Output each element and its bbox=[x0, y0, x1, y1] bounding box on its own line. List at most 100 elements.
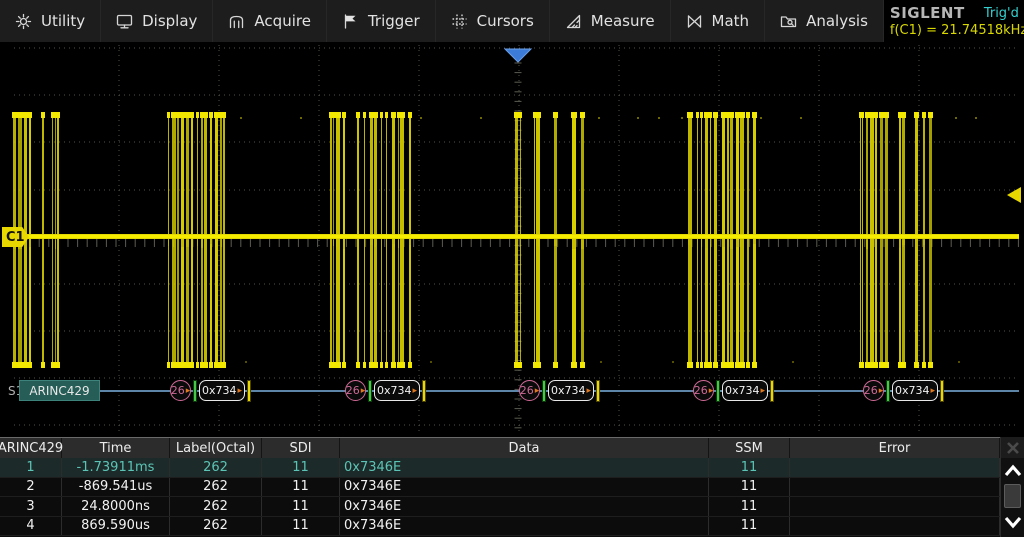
frame-label-badge: 26▸ bbox=[345, 380, 366, 401]
menu-item-label: Utility bbox=[41, 12, 85, 30]
chevron-up-icon bbox=[1004, 464, 1022, 477]
table-row-2[interactable]: 2-869.541us262110x7346E11 bbox=[0, 478, 1024, 498]
truncation-arrow-icon: ▸ bbox=[238, 386, 243, 396]
table-row-4[interactable]: 4869.590us262110x7346E11 bbox=[0, 517, 1024, 537]
cell-time: 24.8000ns bbox=[62, 497, 170, 516]
top-menu-bar: Utility Display Acquire Trigger Cursors Measu… bbox=[0, 0, 1024, 43]
main-menu: Utility Display Acquire Trigger Cursors Measu… bbox=[0, 0, 884, 42]
menu-item-label: Analysis bbox=[806, 12, 868, 30]
table-row-3[interactable]: 324.8000ns262110x7346E11 bbox=[0, 497, 1024, 517]
table-body: 1-1.73911ms262110x7346E112-869.541us2621… bbox=[0, 458, 1024, 536]
truncation-arrow-icon: ▸ bbox=[413, 386, 418, 396]
decode-frame[interactable]: 26▸0x734▸ bbox=[170, 379, 251, 402]
decode-frame[interactable]: 26▸ 0x734▸ bbox=[693, 379, 774, 402]
decode-result-table: ARINC429TimeLabel(Octal)SDIDataSSMError … bbox=[0, 437, 1024, 537]
cell-time: 869.590us bbox=[62, 517, 170, 536]
trigger-position-indicator bbox=[505, 49, 531, 62]
frame-ssm-bar bbox=[247, 380, 251, 402]
cell-sdi: 11 bbox=[262, 458, 340, 477]
table-row-1[interactable]: 1-1.73911ms262110x7346E11 bbox=[0, 458, 1024, 478]
menu-item-label: Cursors bbox=[477, 12, 534, 30]
monitor-icon bbox=[116, 13, 133, 30]
truncation-arrow-icon: ▸ bbox=[186, 386, 191, 396]
cell-sdi: 11 bbox=[262, 497, 340, 516]
cell-ssm: 11 bbox=[709, 517, 790, 536]
table-header-row: ARINC429TimeLabel(Octal)SDIDataSSMError bbox=[0, 437, 1024, 458]
cell-label: 262 bbox=[170, 517, 262, 536]
trigger-level-indicator bbox=[1007, 187, 1021, 203]
cell-data: 0x7346E bbox=[340, 458, 709, 477]
menu-item-analysis[interactable]: Analysis bbox=[765, 0, 884, 42]
frame-sdi-bar bbox=[193, 380, 197, 402]
decode-protocol-label[interactable]: ARINC429 bbox=[19, 380, 100, 401]
truncation-arrow-icon: ▸ bbox=[535, 386, 540, 396]
frame-data-box: 0x734▸ bbox=[722, 380, 768, 401]
column-header-data: Data bbox=[340, 438, 709, 458]
table-scrollbar bbox=[1000, 437, 1024, 537]
waveform-svg bbox=[0, 43, 1024, 437]
cell-sdi: 11 bbox=[262, 517, 340, 536]
scroll-up-button[interactable] bbox=[1001, 460, 1024, 481]
chevron-down-icon bbox=[1004, 516, 1022, 529]
menu-item-utility[interactable]: Utility bbox=[0, 0, 101, 42]
menu-item-acquire[interactable]: Acquire bbox=[213, 0, 327, 42]
folder-search-icon bbox=[780, 13, 797, 30]
menu-item-measure[interactable]: Measure bbox=[550, 0, 671, 42]
decode-frame[interactable]: 26▸0x734▸ bbox=[345, 379, 426, 402]
cell-index: 3 bbox=[0, 497, 62, 516]
close-table-button[interactable] bbox=[1001, 437, 1024, 458]
scope-display: C1 S1 ARINC429 26▸0x734▸26▸0x734▸26▸0x73… bbox=[0, 43, 1024, 437]
truncation-arrow-icon: ▸ bbox=[587, 386, 592, 396]
truncation-arrow-icon: ▸ bbox=[361, 386, 366, 396]
scroll-thumb[interactable] bbox=[1004, 484, 1021, 508]
scroll-down-button[interactable] bbox=[1001, 510, 1024, 534]
frame-ssm-bar bbox=[422, 380, 426, 402]
menu-item-cursors[interactable]: Cursors bbox=[436, 0, 550, 42]
column-header-time: Time bbox=[62, 438, 170, 458]
flag-icon bbox=[342, 13, 359, 30]
menu-item-trigger[interactable]: Trigger bbox=[327, 0, 436, 42]
cell-label: 262 bbox=[170, 497, 262, 516]
menu-item-label: Trigger bbox=[368, 12, 420, 30]
brand-logo: SIGLENT bbox=[890, 4, 965, 22]
cell-ssm: 11 bbox=[709, 478, 790, 497]
frame-sdi-bar bbox=[542, 380, 546, 402]
truncation-arrow-icon: ▸ bbox=[931, 386, 936, 396]
status-box: SIGLENT Trig'd f(C1) = 21.74518kHz bbox=[884, 0, 1024, 42]
cell-data: 0x7346E bbox=[340, 497, 709, 516]
frame-label-badge: 26▸ bbox=[693, 380, 714, 401]
cell-error bbox=[790, 478, 1000, 497]
trigger-status: Trig'd bbox=[984, 6, 1019, 21]
frame-sdi-bar bbox=[716, 380, 720, 402]
cell-error bbox=[790, 458, 1000, 477]
cell-ssm: 11 bbox=[709, 497, 790, 516]
cell-label: 262 bbox=[170, 478, 262, 497]
decode-frame[interactable]: 26▸ 0x734▸ bbox=[519, 379, 600, 402]
column-header-sdi: SDI bbox=[262, 438, 340, 458]
frame-data-box: 0x734▸ bbox=[548, 380, 594, 401]
column-header-ssm: SSM bbox=[709, 438, 790, 458]
cell-error bbox=[790, 497, 1000, 516]
frame-sdi-bar bbox=[368, 380, 372, 402]
decode-frame[interactable]: 26▸0x734▸ bbox=[863, 379, 944, 402]
frame-ssm-bar bbox=[770, 380, 774, 402]
cell-data: 0x7346E bbox=[340, 478, 709, 497]
frame-label-badge: 26▸ bbox=[519, 380, 540, 401]
column-header-error: Error bbox=[790, 438, 1000, 458]
ruler-triangle-icon bbox=[565, 13, 582, 30]
menu-item-math[interactable]: Math bbox=[671, 0, 766, 42]
truncation-arrow-icon: ▸ bbox=[709, 386, 714, 396]
frame-ssm-bar bbox=[940, 380, 944, 402]
menu-item-label: Acquire bbox=[254, 12, 311, 30]
math-bowtie-icon bbox=[686, 13, 703, 30]
close-icon bbox=[1006, 441, 1020, 455]
cell-label: 262 bbox=[170, 458, 262, 477]
cell-error bbox=[790, 517, 1000, 536]
frame-label-badge: 26▸ bbox=[863, 380, 884, 401]
frequency-readout: f(C1) = 21.74518kHz bbox=[890, 23, 1019, 38]
menu-item-display[interactable]: Display bbox=[101, 0, 213, 42]
column-header-label-octal-: Label(Octal) bbox=[170, 438, 262, 458]
arch-icon bbox=[228, 13, 245, 30]
cell-time: -1.73911ms bbox=[62, 458, 170, 477]
cell-index: 1 bbox=[0, 458, 62, 477]
